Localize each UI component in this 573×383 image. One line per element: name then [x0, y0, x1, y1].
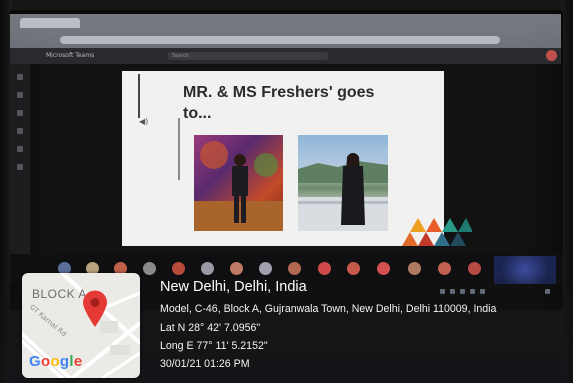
avatar [546, 50, 557, 61]
map-area-label: BLOCK A [32, 287, 87, 301]
slide-divider [138, 74, 140, 118]
files-icon [17, 164, 23, 170]
location-city: New Delhi, Delhi, India [160, 279, 307, 295]
browser-tab [20, 18, 80, 28]
teams-search-box: Search [168, 52, 328, 60]
slide-decoration [402, 218, 472, 246]
address-bar [60, 36, 500, 44]
teams-icon [17, 110, 23, 116]
speaker-icon: ◀) [139, 117, 149, 126]
location-pin-icon [83, 290, 107, 327]
photo-left-contestant [194, 135, 283, 231]
location-latitude: Lat N 28° 42' 7.0956" [160, 322, 261, 334]
slide-divider-2 [178, 118, 180, 180]
photo-right-contestant [298, 135, 388, 231]
calls-icon [17, 146, 23, 152]
teams-app-name: Microsoft Teams [46, 52, 95, 59]
slide-title: MR. & MS Freshers' goes to... [183, 84, 375, 122]
calendar-icon [17, 128, 23, 134]
google-logo: Google [29, 353, 83, 370]
activity-icon [17, 74, 23, 80]
location-map: BLOCK A GT Karnal Rd Google [22, 273, 140, 378]
location-longitude: Long E 77° 11' 5.2152" [160, 340, 268, 352]
location-address: Model, C-46, Block A, Gujranwala Town, N… [160, 303, 497, 315]
chat-icon [17, 92, 23, 98]
location-timestamp: 30/01/21 01:26 PM [160, 358, 250, 370]
